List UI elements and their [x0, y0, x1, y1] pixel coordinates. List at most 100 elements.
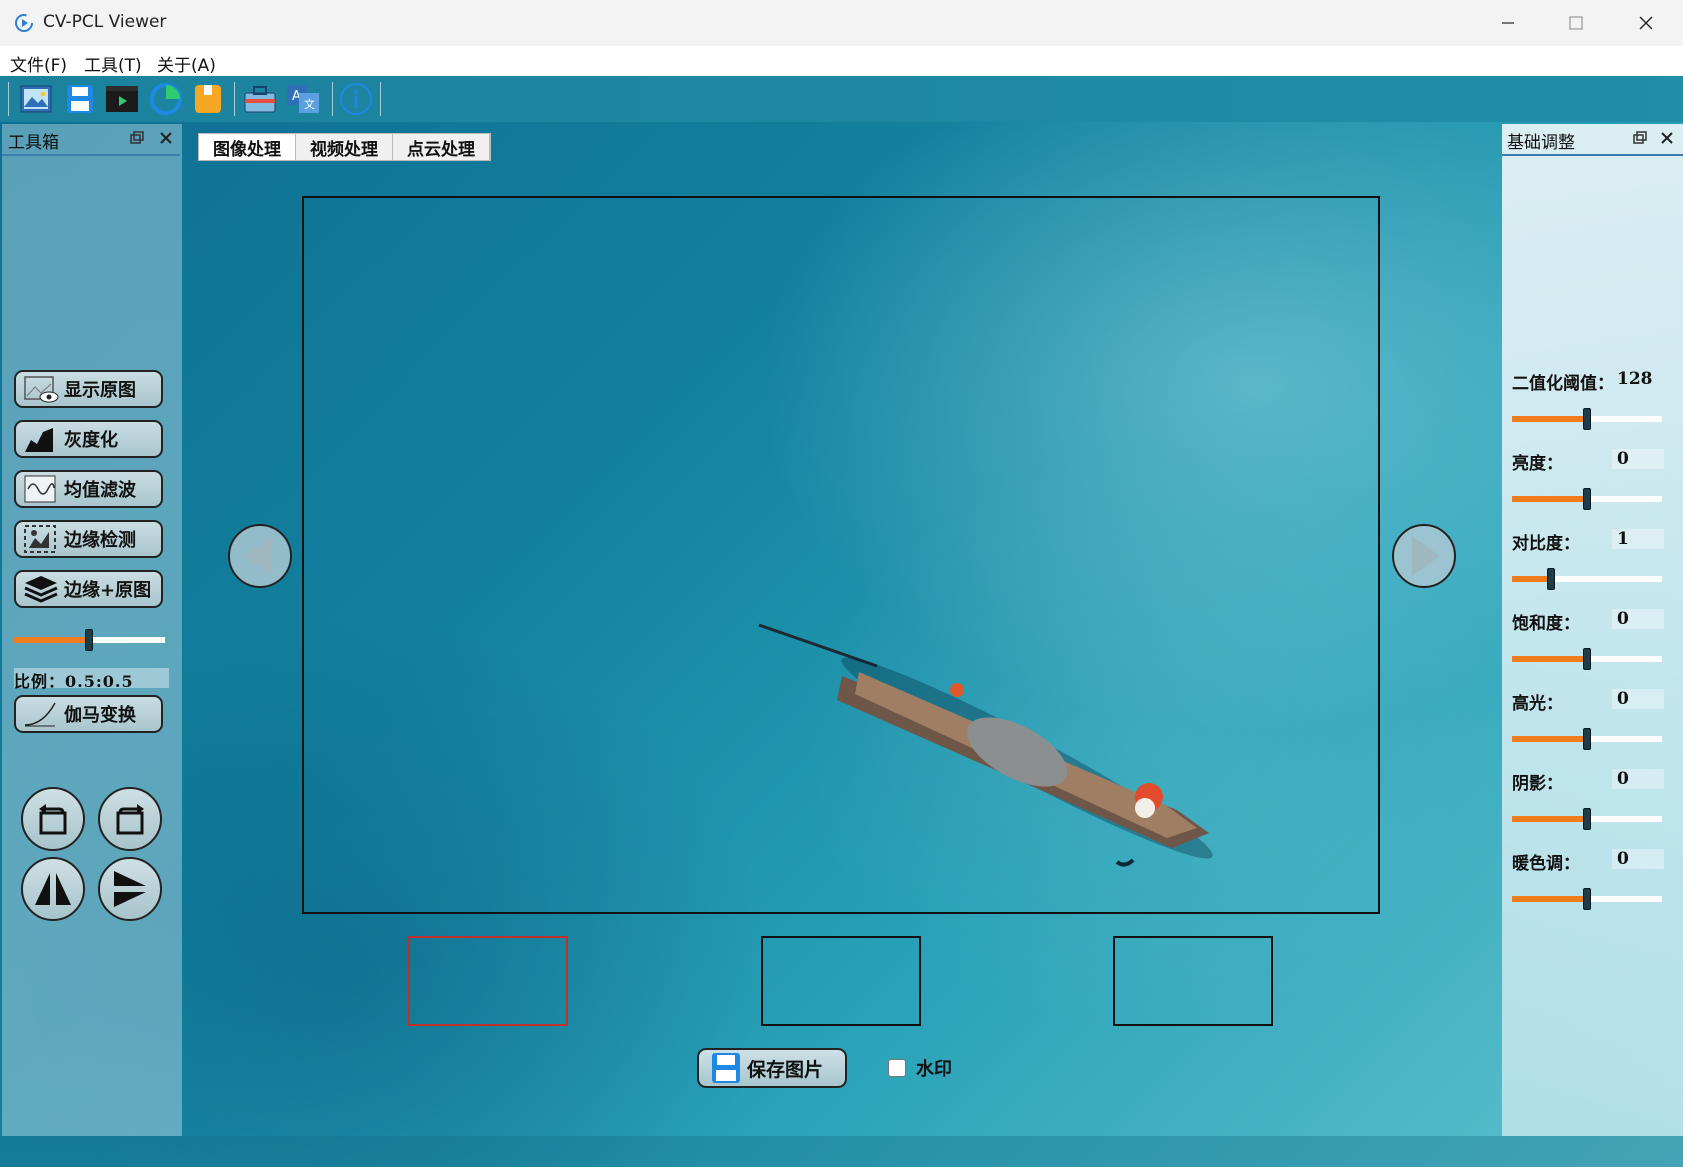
- mean-filter-label: 均值滤波: [64, 480, 136, 501]
- prev-image-button[interactable]: [228, 524, 292, 588]
- point-cloud-icon: [150, 83, 182, 115]
- ratio-label: 比例：0.5:0.5: [14, 668, 169, 691]
- grayscale-button[interactable]: 灰度化: [14, 420, 163, 458]
- dock-title-underline: [1502, 154, 1683, 156]
- toolbox-button[interactable]: [242, 81, 278, 117]
- watermark-label: 水印: [916, 1059, 952, 1080]
- warmth-value: 0: [1617, 849, 1629, 869]
- shadow-slider-thumb[interactable]: [1583, 808, 1591, 830]
- grayscale-label: 灰度化: [64, 430, 118, 451]
- menu-about[interactable]: 关于(A): [157, 51, 216, 76]
- minimize-button[interactable]: [1474, 0, 1542, 46]
- arrow-right-icon: [1412, 536, 1440, 576]
- info-button[interactable]: [338, 81, 374, 117]
- threshold-slider-thumb[interactable]: [1583, 408, 1591, 430]
- watermark-checkbox[interactable]: [888, 1059, 906, 1077]
- menu-file[interactable]: 文件(F): [10, 51, 67, 76]
- image-display-frame: [302, 196, 1380, 914]
- bookmark-icon: [195, 85, 221, 113]
- app-icon: [15, 14, 33, 32]
- dock-close-icon[interactable]: [1659, 130, 1675, 146]
- warmth-label: 暖色调：: [1512, 854, 1580, 874]
- threshold-label: 二值化阈值：: [1512, 374, 1614, 394]
- toolbar-separator: [332, 82, 333, 116]
- svg-text:文: 文: [304, 97, 315, 111]
- thumbnail-slot[interactable]: [1113, 936, 1273, 1026]
- tab-point-cloud-processing[interactable]: 点云处理: [393, 134, 490, 160]
- grayscale-icon: [25, 428, 53, 452]
- shadow-label: 阴影：: [1512, 774, 1563, 794]
- saturation-slider-thumb[interactable]: [1583, 648, 1591, 670]
- edge-plus-original-label: 边缘+原图: [64, 580, 152, 601]
- float-icon[interactable]: [128, 130, 144, 146]
- info-icon: [340, 83, 372, 115]
- brightness-slider-thumb[interactable]: [1583, 488, 1591, 510]
- maximize-icon: [1569, 16, 1583, 30]
- show-original-button[interactable]: 显示原图: [14, 370, 163, 408]
- thumbnail-slot[interactable]: [408, 936, 568, 1026]
- layers-icon: [24, 576, 58, 603]
- point-cloud-button[interactable]: [148, 81, 184, 117]
- toolbar-separator: [234, 82, 235, 116]
- threshold-slider[interactable]: [1512, 408, 1662, 430]
- brightness-label: 亮度：: [1512, 454, 1563, 474]
- mean-filter-button[interactable]: 均值滤波: [14, 470, 163, 508]
- contrast-slider-thumb[interactable]: [1547, 568, 1555, 590]
- next-image-button[interactable]: [1392, 524, 1456, 588]
- tab-image-processing[interactable]: 图像处理: [199, 134, 296, 160]
- wave-filter-icon: [24, 475, 56, 503]
- close-icon: [1639, 16, 1653, 30]
- warmth-slider[interactable]: [1512, 888, 1662, 910]
- image-eye-icon: [24, 376, 59, 403]
- gamma-transform-button[interactable]: 伽马变换: [14, 695, 163, 733]
- highlight-slider-thumb[interactable]: [1583, 728, 1591, 750]
- menu-bar: 文件(F) 工具(T) 关于(A): [0, 46, 1683, 76]
- translate-icon: A文: [287, 85, 319, 113]
- blend-slider[interactable]: [14, 629, 165, 651]
- flip-vertical-button[interactable]: [98, 857, 162, 921]
- shadow-value: 0: [1617, 769, 1629, 789]
- toolbar-separator: [8, 82, 9, 116]
- highlight-slider[interactable]: [1512, 728, 1662, 750]
- flip-vertical-icon: [114, 871, 146, 907]
- edge-plus-original-button[interactable]: 边缘+原图: [14, 570, 163, 608]
- brightness-slider[interactable]: [1512, 488, 1662, 510]
- contrast-slider[interactable]: [1512, 568, 1662, 590]
- thumbnail-slot[interactable]: [761, 936, 921, 1026]
- window-title: CV-PCL Viewer: [43, 12, 167, 32]
- warmth-slider-thumb[interactable]: [1583, 888, 1591, 910]
- show-original-label: 显示原图: [64, 380, 136, 401]
- translate-button[interactable]: A文: [285, 81, 321, 117]
- flip-horizontal-icon: [35, 873, 71, 905]
- edge-detect-button[interactable]: 边缘检测: [14, 520, 163, 558]
- rotate-right-button[interactable]: [98, 787, 162, 851]
- video-icon: [106, 86, 138, 112]
- saturation-label: 饱和度：: [1512, 614, 1580, 634]
- saturation-slider[interactable]: [1512, 648, 1662, 670]
- open-image-button[interactable]: [18, 81, 54, 117]
- save-image-button[interactable]: 保存图片: [697, 1048, 847, 1088]
- status-strip: [0, 1136, 1683, 1167]
- tab-video-processing[interactable]: 视频处理: [296, 134, 393, 160]
- shadow-slider[interactable]: [1512, 808, 1662, 830]
- maximize-button[interactable]: [1542, 0, 1610, 46]
- close-button[interactable]: [1612, 0, 1680, 46]
- flip-horizontal-button[interactable]: [21, 857, 85, 921]
- save-icon: [67, 85, 93, 113]
- float-icon[interactable]: [1631, 130, 1647, 146]
- blend-slider-thumb[interactable]: [85, 629, 93, 651]
- brightness-value: 0: [1617, 449, 1629, 469]
- video-button[interactable]: [104, 81, 140, 117]
- save-toolbar-button[interactable]: [62, 81, 98, 117]
- dock-close-icon[interactable]: [158, 130, 174, 146]
- bookmark-button[interactable]: [190, 81, 226, 117]
- rotate-left-icon: [39, 804, 67, 835]
- toolbox-dock: 工具箱 显示原图 灰度化 均值滤波 边缘检测 边缘+原图 比例：0.5:0.5 …: [2, 124, 182, 1136]
- rotate-left-button[interactable]: [21, 787, 85, 851]
- edge-detect-icon: [24, 525, 56, 553]
- tab-bar: 图像处理 视频处理 点云处理: [198, 133, 491, 161]
- title-bar: CV-PCL Viewer: [0, 0, 1683, 47]
- menu-tools[interactable]: 工具(T): [84, 51, 142, 76]
- toolbar-separator: [380, 82, 381, 116]
- edge-detect-label: 边缘检测: [64, 530, 136, 551]
